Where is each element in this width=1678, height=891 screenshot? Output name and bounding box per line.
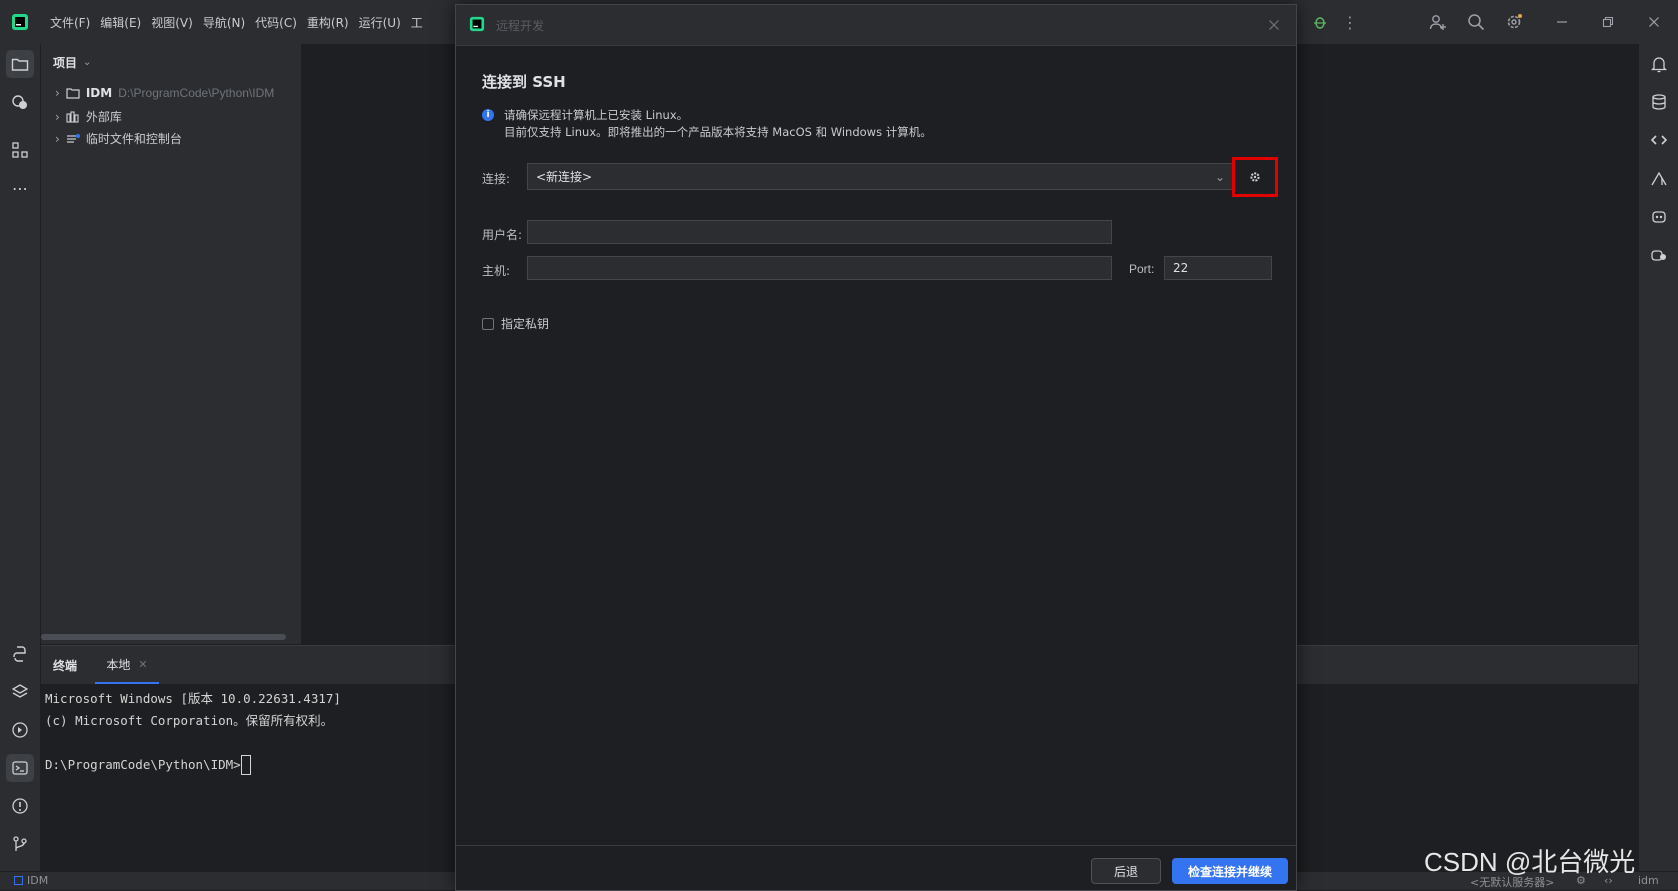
chevron-right-icon: › <box>55 131 60 146</box>
private-key-checkbox[interactable]: 指定私钥 <box>482 315 549 332</box>
project-status-icon <box>14 876 23 885</box>
connection-settings-button[interactable] <box>1232 157 1278 197</box>
terminal-title: 终端 <box>53 659 78 673</box>
project-header[interactable]: 项目 ⌄ <box>53 54 91 71</box>
menu-view[interactable]: 视图(V) <box>151 14 193 31</box>
close-tab-icon[interactable]: ✕ <box>138 658 147 671</box>
more-tools-icon[interactable]: ⋯ <box>6 174 34 202</box>
dialog-title: 远程开发 <box>496 19 545 33</box>
terminal-output[interactable]: Microsoft Windows [版本 10.0.22631.4317] (… <box>45 688 445 776</box>
username-input[interactable] <box>527 220 1112 244</box>
terminal-cursor <box>240 755 251 775</box>
database-icon[interactable] <box>1645 88 1673 116</box>
info-text-1: 请确保远程计算机上已安装 Linux。 <box>504 108 689 122</box>
check-and-continue-button[interactable]: 检查连接并继续 <box>1172 858 1288 884</box>
status-project[interactable]: IDM <box>14 874 48 887</box>
menu-navigate[interactable]: 导航(N) <box>203 14 245 31</box>
settings-icon[interactable] <box>1504 12 1524 32</box>
terminal-prompt: D:\ProgramCode\Python\IDM> <box>45 757 241 772</box>
project-folder-icon[interactable] <box>6 50 34 78</box>
ai-assistant-icon[interactable] <box>1645 202 1673 230</box>
sciview-icon[interactable] <box>1645 164 1673 192</box>
dialog-footer-divider <box>456 845 1296 846</box>
chevron-right-icon: › <box>55 109 60 124</box>
private-key-label: 指定私钥 <box>501 317 550 331</box>
chevron-down-icon: ⌄ <box>1214 169 1225 184</box>
close-window-icon[interactable] <box>1644 12 1664 32</box>
project-header-label: 项目 <box>53 56 78 70</box>
connection-select[interactable]: <新连接> ⌄ <box>527 163 1234 190</box>
host-input[interactable] <box>527 256 1112 280</box>
layers-icon[interactable] <box>6 678 34 706</box>
copilot-icon[interactable] <box>1645 240 1673 268</box>
left-tool-strip: ⋯ <box>0 44 41 871</box>
services-icon[interactable] <box>6 716 34 744</box>
check-and-continue-label: 检查连接并继续 <box>1187 864 1272 879</box>
terminal-icon[interactable] <box>6 754 34 782</box>
connection-select-value: <新连接> <box>536 170 593 184</box>
menu-bar: 文件(F) 编辑(E) 视图(V) 导航(N) 代码(C) 重构(R) 运行(U… <box>50 0 423 44</box>
checkbox-box <box>482 317 494 330</box>
port-input-value: 22 <box>1173 261 1189 275</box>
remote-dev-dialog: 远程开发 连接到 SSH i 请确保远程计算机上已安装 Linux。 目前仅支持… <box>455 4 1297 891</box>
restore-icon[interactable] <box>1598 12 1618 32</box>
app-logo-icon <box>468 15 486 33</box>
watermark: CSDN @北台微光 <box>1424 847 1636 877</box>
status-interpreter[interactable]: idm <box>1638 874 1659 887</box>
endpoints-icon[interactable] <box>1645 126 1673 154</box>
structure-icon[interactable] <box>6 136 34 164</box>
dialog-heading: 连接到 SSH <box>482 73 566 91</box>
back-button[interactable]: 后退 <box>1091 858 1161 884</box>
dialog-title-bar: 远程开发 <box>456 5 1296 46</box>
chevron-right-icon: › <box>55 86 60 100</box>
close-dialog-icon[interactable] <box>1266 17 1282 33</box>
app-logo-icon[interactable] <box>10 12 30 32</box>
gear-icon <box>1250 172 1260 182</box>
tree-item-label: 临时文件和控制台 <box>85 132 182 146</box>
menu-tools[interactable]: 工 <box>411 14 423 31</box>
back-button-label: 后退 <box>1113 864 1138 879</box>
info-text-2: 目前仅支持 Linux。即将推出的一个产品版本将支持 MacOS 和 Windo… <box>504 125 932 139</box>
tab-local[interactable]: 本地 ✕ <box>95 646 159 684</box>
tree-item-path: D:\ProgramCode\Python\IDM <box>118 86 275 100</box>
menu-refactor[interactable]: 重构(R) <box>307 14 349 31</box>
search-icon[interactable] <box>1466 12 1486 32</box>
terminal-line: (c) Microsoft Corporation。保留所有权利。 <box>45 713 334 728</box>
python-packages-icon[interactable] <box>6 88 34 116</box>
project-panel: 项目 ⌄ › IDM D:\ProgramCode\Python\IDM › 外… <box>41 44 302 644</box>
python-console-icon[interactable] <box>6 640 34 668</box>
horizontal-scrollbar[interactable] <box>41 634 286 640</box>
tree-item-idm[interactable]: › IDM D:\ProgramCode\Python\IDM <box>55 86 274 100</box>
info-icon: i <box>482 109 494 121</box>
chevron-down-icon: ⌄ <box>83 57 92 68</box>
tree-item-label: IDM <box>85 86 113 100</box>
terminal-line: Microsoft Windows [版本 10.0.22631.4317] <box>45 691 341 706</box>
username-label: 用户名: <box>482 228 523 242</box>
more-options-icon[interactable]: ⋮ <box>1342 12 1358 32</box>
tab-local-label: 本地 <box>106 657 131 672</box>
tree-item-label: 外部库 <box>85 110 122 124</box>
menu-edit[interactable]: 编辑(E) <box>100 14 141 31</box>
notifications-icon[interactable] <box>1645 50 1673 78</box>
right-tool-strip <box>1638 44 1678 871</box>
problems-icon[interactable] <box>6 792 34 820</box>
folder-icon <box>66 88 80 99</box>
port-input[interactable]: 22 <box>1164 256 1272 280</box>
connection-label: 连接: <box>482 172 511 186</box>
scratches-icon <box>66 133 80 143</box>
menu-file[interactable]: 文件(F) <box>50 14 90 31</box>
menu-code[interactable]: 代码(C) <box>255 14 297 31</box>
library-icon <box>66 110 79 123</box>
git-icon[interactable] <box>6 830 34 858</box>
minimize-icon[interactable] <box>1552 12 1572 32</box>
tree-item-external-libraries[interactable]: › 外部库 <box>55 108 122 125</box>
debug-icon[interactable] <box>1310 12 1330 32</box>
host-label: 主机: <box>482 264 511 278</box>
menu-run[interactable]: 运行(U) <box>359 14 401 31</box>
status-project-label: IDM <box>27 874 49 887</box>
tree-item-scratches[interactable]: › 临时文件和控制台 <box>55 130 182 147</box>
port-label: Port: <box>1129 262 1155 276</box>
add-user-icon[interactable] <box>1428 12 1448 32</box>
